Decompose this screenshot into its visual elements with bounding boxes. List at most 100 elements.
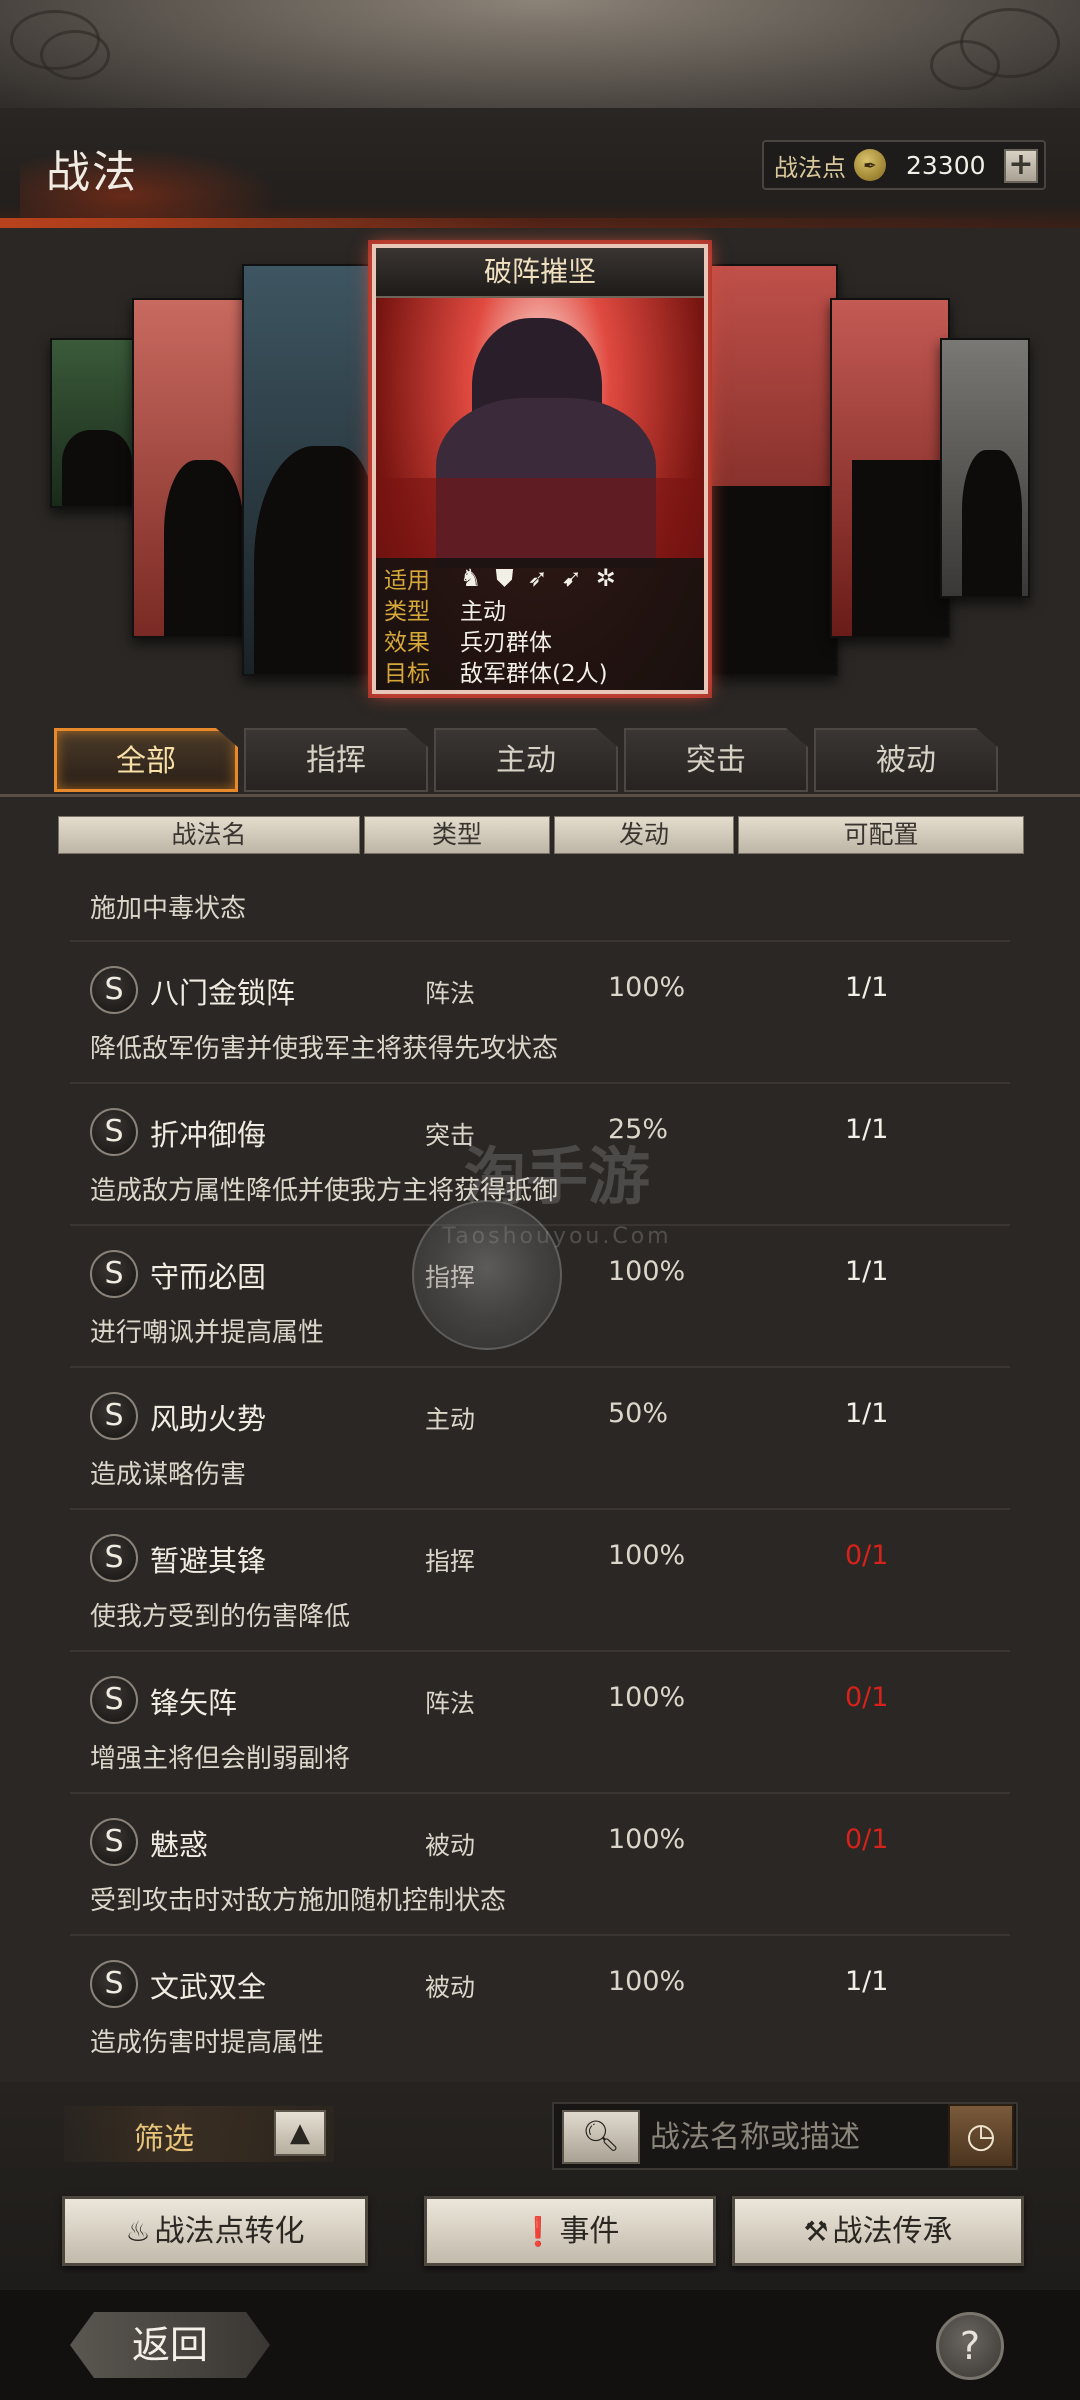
skill-type: 阵法 [425,1689,476,1718]
flame-icon: ♨ [125,2215,151,2248]
filter-control[interactable]: 筛选 ▲ [64,2106,334,2162]
floating-assist-button[interactable] [412,1200,562,1350]
skill-card[interactable] [242,264,372,676]
skill-card[interactable] [940,338,1030,598]
unit-type-icons: ♞ ⛊ ➶ ➹ ✲ [460,564,616,592]
bow-icon: ➶ [527,563,548,592]
help-button[interactable]: ? [936,2312,1004,2380]
tab-passive[interactable]: 被动 [814,728,998,792]
skill-name: 魅惑 [150,1828,209,1862]
featured-card-title: 破阵摧坚 [376,248,704,298]
points-value: 23300 [906,150,986,180]
search-bar: 🔍︎ ◷ [552,2102,1018,2170]
skill-name: 暂避其锋 [150,1544,267,1578]
grade-badge: S [90,1960,138,2008]
tab-command[interactable]: 指挥 [244,728,428,792]
feather-coin-icon: ✒ [854,149,886,181]
skill-description: 降低敌军伤害并使我军主将获得先攻状态 [90,1034,559,1064]
skill-availability: 1/1 [845,1256,889,1287]
column-header-rate[interactable]: 发动 [554,816,734,854]
skill-list[interactable]: 施加中毒状态 S 八门金锁阵 阵法 100% 1/1 降低敌军伤害并使我军主将获… [0,868,1080,2082]
skill-description: 使我方受到的伤害降低 [90,1602,351,1632]
search-icon: 🔍︎ [581,2119,621,2154]
skill-type: 被动 [425,1831,476,1860]
convert-points-button[interactable]: ♨ 战法点转化 [62,2196,368,2266]
skill-type: 阵法 [425,979,476,1008]
column-header-available[interactable]: 可配置 [738,816,1024,854]
skill-name: 文武双全 [150,1970,267,2004]
skill-description: 进行嘲讽并提高属性 [90,1318,325,1348]
skill-row[interactable]: S 暂避其锋 指挥 100% 0/1 使我方受到的伤害降低 [70,1508,1010,1650]
skill-card[interactable] [50,338,140,508]
skill-description: 造成伤害时提高属性 [90,2028,325,2058]
skill-description: 受到攻击时对敌方施加随机控制状态 [90,1886,507,1916]
inherit-skill-button[interactable]: ⚒ 战法传承 [732,2196,1024,2266]
skill-rate: 100% [608,1682,686,1713]
skill-card[interactable] [132,298,252,638]
skill-availability: 1/1 [845,1398,889,1429]
event-button[interactable]: ❗ 事件 [424,2196,716,2266]
skill-availability: 1/1 [845,1966,889,1997]
skill-type: 被动 [425,1973,476,2002]
points-display: 战法点 ✒ 23300 + [762,140,1046,190]
info-key: 适用 [384,567,430,594]
skill-availability: 0/1 [845,1540,889,1571]
search-button[interactable]: 🔍︎ [562,2110,640,2164]
featured-skill-card[interactable]: 破阵摧坚 适用 ♞ ⛊ ➶ ➹ ✲ 类型 主动 效果 兵刃群体 目标 敌军群体(… [372,244,708,694]
tab-all[interactable]: 全部 [54,728,238,792]
tab-active[interactable]: 主动 [434,728,618,792]
add-points-button[interactable]: + [1004,149,1038,183]
skill-description: 造成谋略伤害 [90,1460,247,1490]
event-label: 事件 [559,2214,620,2249]
skill-type: 主动 [425,1405,476,1434]
filter-toggle-button[interactable]: ▲ [274,2110,326,2156]
skill-rate: 100% [608,1824,686,1855]
skill-row[interactable]: S 八门金锁阵 阵法 100% 1/1 降低敌军伤害并使我军主将获得先攻状态 [70,940,1010,1082]
top-decoration [0,0,1080,110]
header-bar: 战法 战法点 ✒ 23300 + [0,108,1080,228]
skill-card[interactable] [830,298,950,638]
info-value: 兵刃群体 [460,629,552,656]
grade-badge: S [90,1250,138,1298]
column-headers: 战法名 类型 发动 可配置 [58,816,1024,854]
grade-badge: S [90,1392,138,1440]
skill-row[interactable]: S 锋矢阵 阵法 100% 0/1 增强主将但会削弱副将 [70,1650,1010,1792]
skill-rate: 100% [608,972,686,1003]
info-value: 主动 [460,598,506,625]
grade-badge: S [90,1818,138,1866]
skill-row[interactable]: S 魅惑 被动 100% 0/1 受到攻击时对敌方施加随机控制状态 [70,1792,1010,1934]
column-header-type[interactable]: 类型 [364,816,550,854]
info-key: 目标 [384,660,430,687]
skill-row[interactable]: S 风助火势 主动 50% 1/1 造成谋略伤害 [70,1366,1010,1508]
skill-availability: 0/1 [845,1682,889,1713]
search-input[interactable] [650,2114,940,2160]
tab-assault[interactable]: 突击 [624,728,808,792]
grade-badge: S [90,966,138,1014]
back-button[interactable]: 返回 [70,2312,270,2378]
divider [0,794,1080,797]
info-key: 效果 [384,629,430,656]
grade-badge: S [90,1676,138,1724]
cavalry-icon: ♞ [460,563,482,592]
grade-badge: S [90,1108,138,1156]
page-title: 战法 [46,147,138,198]
skill-name: 守而必固 [150,1260,267,1294]
inherit-skill-label: 战法传承 [832,2214,953,2249]
points-label: 战法点 [774,153,846,182]
history-button[interactable]: ◷ [948,2104,1014,2168]
skill-name: 折冲御侮 [150,1118,267,1152]
skill-card[interactable] [708,264,838,676]
skill-card-carousel[interactable]: 破阵摧坚 适用 ♞ ⛊ ➶ ➹ ✲ 类型 主动 效果 兵刃群体 目标 敌军群体(… [0,228,1080,698]
category-tabs: 全部 指挥 主动 突击 被动 [54,728,998,792]
skill-rate: 100% [608,1966,686,1997]
column-header-name[interactable]: 战法名 [58,816,360,854]
skill-availability: 1/1 [845,972,889,1003]
footer-bar: 返回 ? [0,2290,1080,2400]
skill-rate: 100% [608,1256,686,1287]
event-icon: ❗ [520,2215,556,2248]
skill-rate: 25% [608,1114,669,1145]
skill-row[interactable]: S 折冲御侮 突击 25% 1/1 造成敌方属性降低并使我方主将获得抵御 [70,1082,1010,1224]
skill-availability: 0/1 [845,1824,889,1855]
info-value: 敌军群体(2人) [460,660,608,687]
skill-row[interactable]: S 文武双全 被动 100% 1/1 造成伤害时提高属性 [70,1934,1010,2076]
